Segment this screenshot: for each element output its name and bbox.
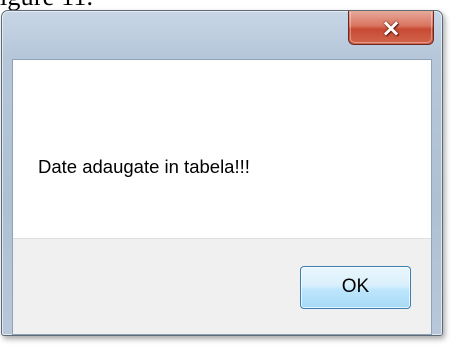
close-icon: × [380,14,402,42]
close-button[interactable]: × [348,11,434,45]
figure-caption: igure 11. [0,0,93,10]
message-text: Date adaugate in tabela!!! [38,156,250,177]
screenshot-stage: igure 11. × Date adaugate in tabela!!! O… [0,0,451,350]
message-box-content: Date adaugate in tabela!!! OK [12,59,432,335]
button-bar: OK [13,238,431,334]
ok-button[interactable]: OK [300,266,411,309]
message-box-window: × Date adaugate in tabela!!! OK [1,10,443,336]
